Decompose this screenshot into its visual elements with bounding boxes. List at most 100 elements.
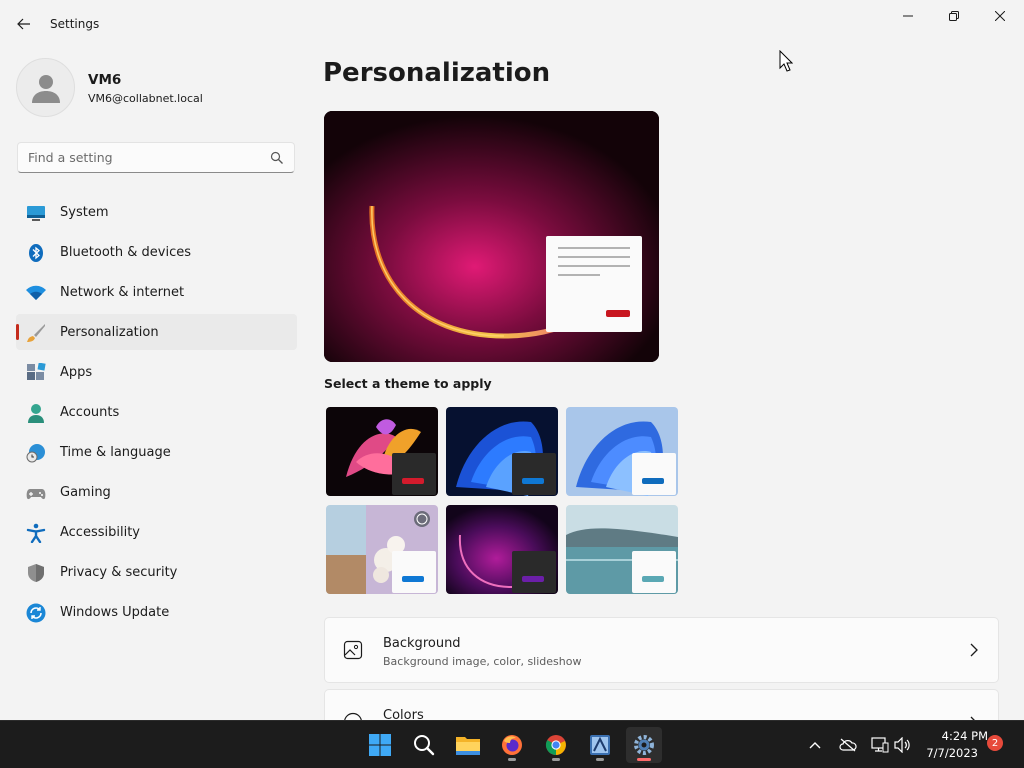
- file-explorer-icon: [456, 737, 480, 755]
- sidebar-item-label: Apps: [60, 365, 93, 380]
- sidebar-nav: System Bluetooth & devices Network & int…: [16, 194, 297, 634]
- back-arrow-icon: [17, 18, 30, 30]
- onedrive-button[interactable]: [837, 735, 859, 755]
- taskbar-file-explorer[interactable]: [450, 727, 486, 763]
- search-icon[interactable]: [270, 151, 284, 165]
- sidebar-item-label: Accounts: [60, 405, 120, 420]
- sidebar-item-personalization[interactable]: Personalization: [16, 314, 297, 350]
- taskbar-search-button[interactable]: [406, 727, 442, 763]
- user-email: VM6@collabnet.local: [88, 92, 203, 105]
- sidebar-item-bluetooth[interactable]: Bluetooth & devices: [16, 234, 297, 270]
- mouse-cursor-icon: [779, 50, 793, 72]
- globe-clock-icon: [26, 444, 45, 463]
- clock-date[interactable]: 7/7/2023: [918, 746, 978, 760]
- sidebar-item-gaming[interactable]: Gaming: [16, 474, 297, 510]
- flower-wallpaper-image: [326, 407, 438, 496]
- network-icon: [871, 737, 889, 753]
- back-button[interactable]: [10, 12, 38, 36]
- minimize-button[interactable]: [886, 4, 930, 28]
- sidebar-item-label: Personalization: [60, 325, 159, 340]
- notification-badge[interactable]: 2: [987, 735, 1003, 751]
- taskbar: 4:24 PM 7/7/2023: [0, 720, 1024, 768]
- wifi-icon: [26, 285, 46, 300]
- app-icon: [590, 735, 610, 755]
- show-hidden-icons-button[interactable]: [804, 735, 826, 755]
- background-settings-card[interactable]: Background Background image, color, slid…: [324, 617, 999, 683]
- app-title: Settings: [50, 17, 100, 31]
- picture-icon: [343, 640, 363, 660]
- minimize-icon: [903, 15, 913, 17]
- gamepad-icon: [26, 489, 46, 500]
- network-button[interactable]: [869, 735, 891, 755]
- start-button[interactable]: [362, 727, 398, 763]
- taskbar-firefox[interactable]: [494, 727, 530, 763]
- running-indicator: [508, 758, 516, 761]
- bluetooth-icon: [29, 244, 43, 262]
- search-box[interactable]: [17, 142, 295, 173]
- chevron-up-icon: [809, 742, 821, 749]
- sidebar-item-label: Time & language: [60, 445, 171, 460]
- sidebar-item-label: Network & internet: [60, 285, 185, 300]
- start-icon: [369, 734, 391, 756]
- sidebar-item-accessibility[interactable]: Accessibility: [16, 514, 297, 550]
- user-profile[interactable]: VM6 VM6@collabnet.local: [16, 58, 296, 118]
- lake-wallpaper-image: [566, 505, 678, 594]
- shield-icon: [28, 564, 44, 582]
- sidebar-item-accounts[interactable]: Accounts: [16, 394, 297, 430]
- cloud-offline-icon: [839, 738, 857, 752]
- close-button[interactable]: [978, 4, 1022, 28]
- page-title: Personalization: [323, 58, 551, 88]
- theme-preview: [324, 111, 659, 362]
- sidebar-item-network[interactable]: Network & internet: [16, 274, 297, 310]
- accessibility-icon: [26, 523, 46, 543]
- sidebar-item-windows-update[interactable]: Windows Update: [16, 594, 297, 630]
- brush-icon: [27, 324, 45, 342]
- taskbar-app[interactable]: [582, 727, 618, 763]
- volume-button[interactable]: [892, 735, 914, 755]
- sidebar-item-label: Windows Update: [60, 605, 170, 620]
- update-icon: [26, 603, 46, 623]
- theme-tile-windows-light[interactable]: [566, 407, 678, 496]
- preview-wallpaper-image: [324, 111, 659, 362]
- sidebar-item-system[interactable]: System: [16, 194, 297, 230]
- theme-section-heading: Select a theme to apply: [324, 376, 492, 391]
- restore-icon: [949, 11, 959, 21]
- theme-tile-spotlight[interactable]: [326, 505, 438, 594]
- chrome-icon: [545, 735, 566, 756]
- background-card-subtitle: Background image, color, slideshow: [383, 655, 582, 668]
- sidebar-item-apps[interactable]: Apps: [16, 354, 297, 390]
- theme-tile-flower[interactable]: [326, 407, 438, 496]
- restore-button[interactable]: [932, 4, 976, 28]
- sidebar-item-label: Accessibility: [60, 525, 140, 540]
- active-indicator: [637, 758, 651, 761]
- close-icon: [995, 11, 1005, 21]
- theme-tile-lake[interactable]: [566, 505, 678, 594]
- glow-wallpaper-image: [446, 505, 558, 594]
- running-indicator: [552, 758, 560, 761]
- sidebar-item-label: Bluetooth & devices: [60, 245, 191, 260]
- theme-tile-glow[interactable]: [446, 505, 558, 594]
- taskbar-chrome[interactable]: [538, 727, 574, 763]
- apps-icon: [27, 363, 46, 380]
- running-indicator: [596, 758, 604, 761]
- clock-time[interactable]: 4:24 PM: [918, 729, 988, 743]
- theme-grid: [326, 407, 680, 595]
- theme-tile-windows-dark[interactable]: [446, 407, 558, 496]
- spotlight-wallpaper-image: [326, 505, 438, 594]
- bloom-dark-wallpaper-image: [446, 407, 558, 496]
- sidebar-item-time-language[interactable]: Time & language: [16, 434, 297, 470]
- person-icon: [28, 404, 44, 423]
- chevron-right-icon: [970, 643, 978, 657]
- sidebar-item-label: Privacy & security: [60, 565, 178, 580]
- sidebar-item-privacy[interactable]: Privacy & security: [16, 554, 297, 590]
- user-name: VM6: [88, 72, 122, 88]
- search-icon: [414, 735, 435, 756]
- search-input[interactable]: [18, 143, 258, 172]
- taskbar-settings[interactable]: [626, 727, 662, 763]
- firefox-icon: [502, 735, 522, 755]
- person-silhouette-icon: [31, 74, 60, 103]
- speaker-icon: [894, 737, 910, 753]
- bloom-light-wallpaper-image: [566, 407, 678, 496]
- settings-icon: [634, 735, 654, 755]
- sidebar-item-label: System: [60, 205, 109, 220]
